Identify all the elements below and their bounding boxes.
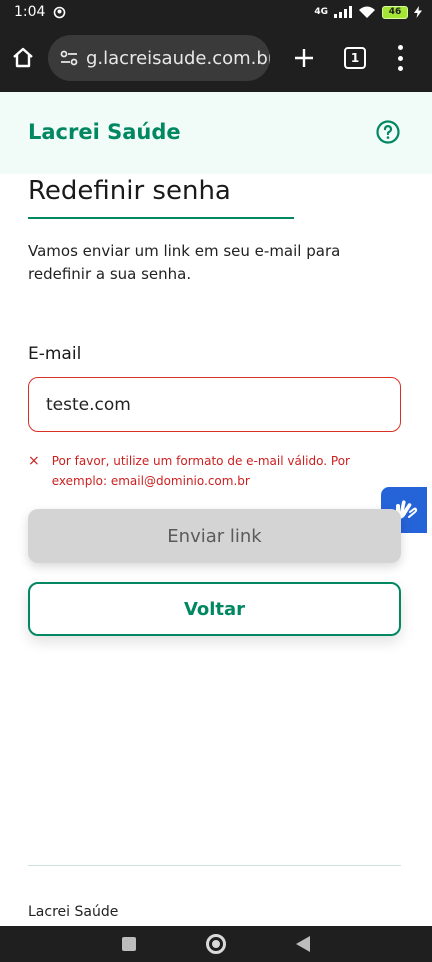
recents-icon[interactable] bbox=[122, 937, 136, 951]
new-tab-button[interactable] bbox=[290, 44, 318, 72]
page-description: Vamos enviar um link em seu e-mail para … bbox=[28, 242, 341, 283]
brand-logo[interactable]: Lacrei Saúde bbox=[28, 120, 181, 144]
status-time: 1:04 bbox=[14, 4, 46, 20]
tab-switcher-button[interactable]: 1 bbox=[344, 47, 366, 69]
plus-icon bbox=[295, 49, 313, 67]
wifi-icon bbox=[359, 6, 375, 18]
site-settings-icon[interactable] bbox=[58, 47, 80, 69]
footer-divider bbox=[28, 865, 401, 866]
send-link-button[interactable]: Enviar link bbox=[28, 509, 401, 563]
battery-icon: 46 bbox=[382, 5, 408, 19]
email-label: E-mail bbox=[28, 344, 82, 364]
site-header: Lacrei Saúde bbox=[0, 92, 432, 174]
signal-icon bbox=[334, 6, 352, 18]
browser-menu-button[interactable] bbox=[396, 45, 404, 71]
notification-icon bbox=[54, 6, 66, 18]
home-button[interactable] bbox=[8, 43, 38, 73]
help-icon[interactable] bbox=[376, 120, 400, 144]
error-message: Por favor, utilize um formato de e-mail … bbox=[51, 454, 350, 488]
home-icon bbox=[13, 47, 33, 68]
title-underline bbox=[28, 217, 294, 219]
system-navigation-bar bbox=[0, 926, 432, 962]
url-text: g.lacreisaude.com.br bbox=[86, 47, 270, 69]
status-bar: 1:04 4G 46 bbox=[0, 0, 432, 24]
charging-icon bbox=[414, 6, 422, 18]
email-error: × Por favor, utilize um formato de e-mai… bbox=[28, 451, 388, 491]
email-field[interactable] bbox=[28, 377, 401, 432]
error-x-icon: × bbox=[28, 453, 40, 469]
page-title: Redefinir senha bbox=[28, 176, 231, 206]
back-button[interactable]: Voltar bbox=[28, 582, 401, 636]
home-circle-icon[interactable] bbox=[206, 934, 226, 954]
network-type: 4G bbox=[314, 7, 328, 17]
footer-brand: Lacrei Saúde bbox=[28, 904, 119, 920]
browser-toolbar: g.lacreisaude.com.br 1 bbox=[0, 24, 432, 92]
back-triangle-icon[interactable] bbox=[296, 936, 310, 952]
address-bar[interactable]: g.lacreisaude.com.br bbox=[48, 35, 270, 81]
